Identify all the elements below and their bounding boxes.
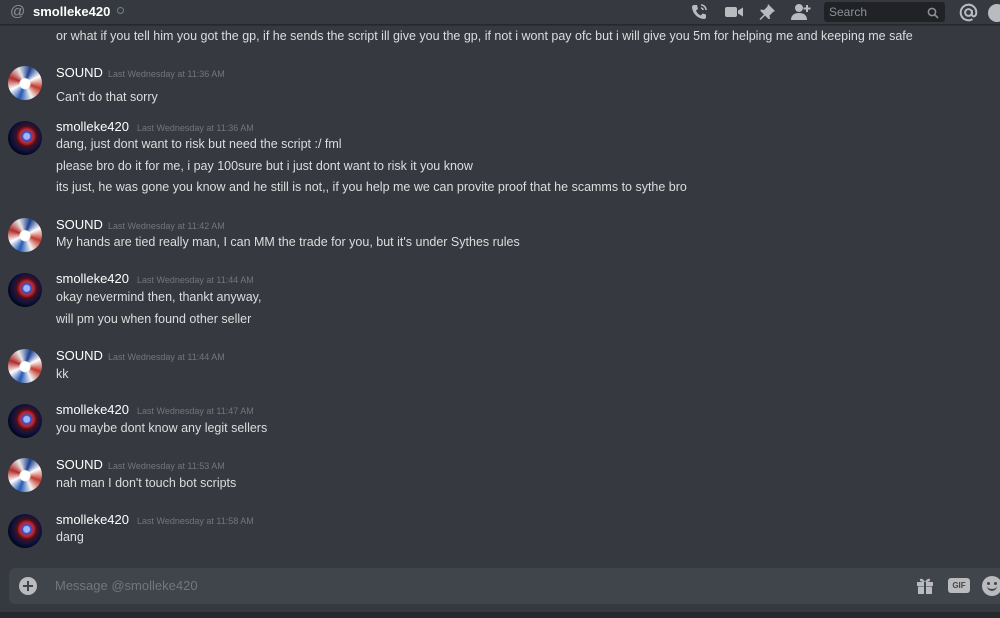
avatar[interactable] (8, 458, 42, 492)
search-input[interactable]: Search (824, 2, 945, 22)
message-text: dang, just dont want to risk but need th… (56, 137, 342, 151)
add-friend-icon[interactable] (790, 3, 811, 21)
message-input[interactable]: Message @smolleke420 (55, 578, 198, 594)
pin-icon[interactable] (758, 3, 776, 21)
message-text: please bro do it for me, i pay 100sure b… (56, 159, 473, 173)
message-text: kk (56, 367, 69, 381)
gif-button[interactable]: GIF (948, 578, 970, 593)
message-timestamp: Last Wednesday at 11:47 AM (137, 406, 254, 416)
avatar[interactable] (8, 404, 42, 438)
author-name[interactable]: smolleke420 (56, 402, 129, 418)
message-text: okay nevermind then, thankt anyway, (56, 290, 262, 304)
upload-plus-icon[interactable] (19, 577, 37, 595)
message-text: Can't do that sorry (56, 90, 158, 104)
avatar[interactable] (8, 66, 42, 100)
search-placeholder: Search (829, 5, 868, 19)
channel-name[interactable]: smolleke420 (33, 4, 110, 20)
video-icon[interactable] (724, 4, 743, 22)
avatar[interactable] (8, 218, 42, 252)
message-text: or what if you tell him you got the gp, … (56, 29, 913, 43)
offline-status-icon (117, 7, 124, 14)
author-name[interactable]: SOUND (56, 348, 103, 364)
author-name[interactable]: SOUND (56, 65, 103, 81)
message-text: dang (56, 530, 84, 544)
at-icon: @ (10, 3, 26, 20)
message-timestamp: Last Wednesday at 11:36 AM (108, 69, 225, 79)
message-timestamp: Last Wednesday at 11:53 AM (108, 461, 225, 471)
message-text: you maybe dont know any legit sellers (56, 421, 268, 435)
search-icon (927, 6, 939, 24)
app-window: or what if you tell him you got the gp, … (0, 0, 1000, 618)
message-text: My hands are tied really man, I can MM t… (56, 235, 520, 249)
help-icon[interactable] (987, 3, 1000, 22)
author-name[interactable]: smolleke420 (56, 512, 129, 528)
window-bottom-edge (0, 612, 1000, 618)
gift-icon[interactable] (916, 576, 934, 600)
author-name[interactable]: smolleke420 (56, 271, 129, 287)
message-timestamp: Last Wednesday at 11:44 AM (108, 352, 225, 362)
avatar[interactable] (8, 349, 42, 383)
author-name[interactable]: SOUND (56, 457, 103, 473)
message-timestamp: Last Wednesday at 11:36 AM (137, 123, 254, 133)
message-list: or what if you tell him you got the gp, … (0, 0, 1000, 565)
call-icon[interactable] (690, 3, 708, 21)
channel-header: @ smolleke420 Search (0, 0, 1000, 25)
mention-icon[interactable] (959, 3, 978, 22)
author-name[interactable]: SOUND (56, 217, 103, 233)
avatar[interactable] (8, 514, 42, 548)
emoji-icon[interactable] (982, 576, 1000, 596)
message-composer[interactable]: Message @smolleke420 GIF (9, 568, 1000, 604)
author-name[interactable]: smolleke420 (56, 119, 129, 135)
message-timestamp: Last Wednesday at 11:58 AM (137, 516, 254, 526)
message-timestamp: Last Wednesday at 11:42 AM (108, 221, 225, 231)
avatar[interactable] (8, 121, 42, 155)
message-text: will pm you when found other seller (56, 312, 252, 326)
message-timestamp: Last Wednesday at 11:44 AM (137, 275, 254, 285)
message-text: nah man I don't touch bot scripts (56, 476, 237, 490)
avatar[interactable] (8, 273, 42, 307)
message-text: its just, he was gone you know and he st… (56, 180, 687, 194)
